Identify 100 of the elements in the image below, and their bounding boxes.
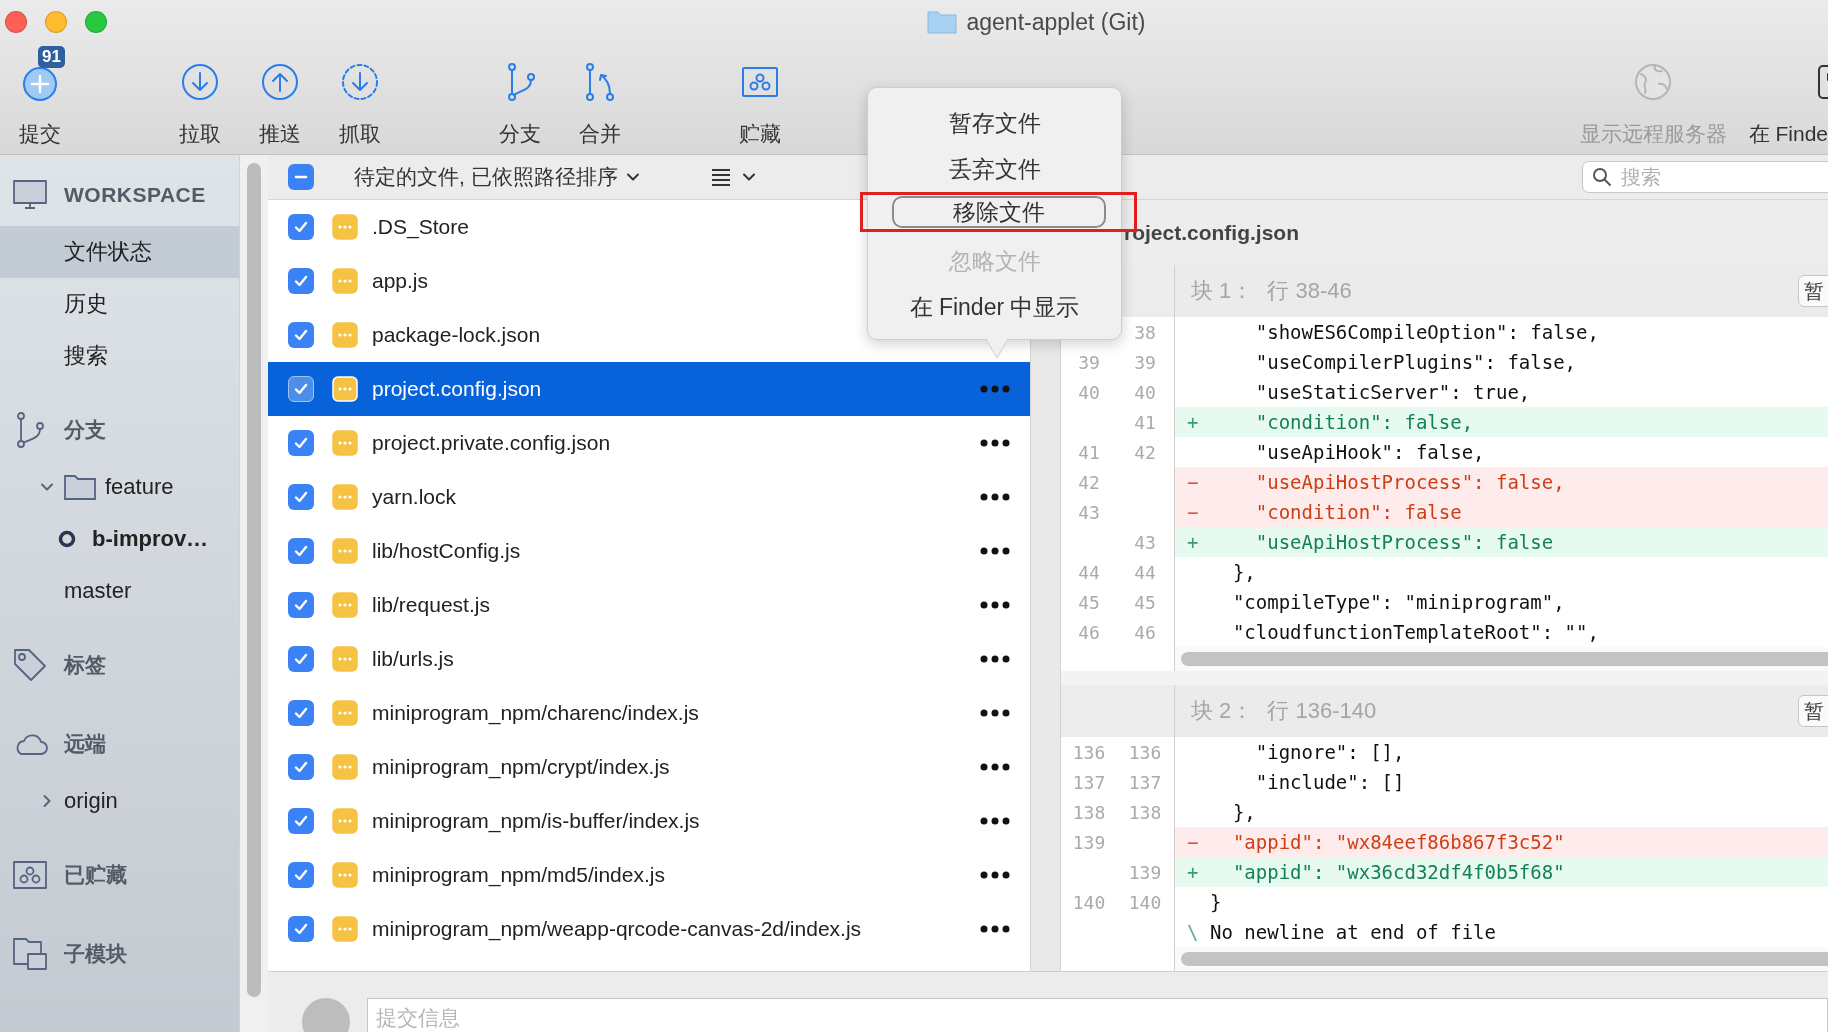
menu-item[interactable]: 移除文件 [891,196,1106,228]
sidebar-item[interactable]: 文件状态 [0,226,239,278]
line-number: 38 [1133,321,1157,343]
more-icon[interactable] [980,547,1010,555]
line-number: 45 [1077,591,1101,613]
search-field[interactable]: 搜索 [1582,161,1828,193]
diff-sign: + [1186,411,1200,433]
toolbar-button[interactable]: 提交 91 [0,44,80,148]
file-checkbox[interactable] [288,322,314,348]
file-checkbox[interactable] [288,592,314,618]
more-icon[interactable] [980,493,1010,501]
line-number: 45 [1133,591,1157,613]
section-title: WORKSPACE [64,183,206,207]
sort-dropdown[interactable]: 待定的文件, 已依照路径排序 [354,163,640,191]
modified-file-icon [332,592,358,618]
section-title: 子模块 [64,941,127,967]
scrollbar-thumb[interactable] [1181,952,1828,966]
modified-file-icon [332,808,358,834]
stage-hunk-button[interactable]: 暂 [1798,695,1828,727]
modified-file-icon [332,862,358,888]
zoom-button[interactable] [85,11,107,33]
file-checkbox[interactable] [288,484,314,510]
scrollbar-thumb[interactable] [247,163,261,997]
file-checkbox[interactable] [288,430,314,456]
line-number: 140 [1071,891,1107,913]
stage-hunk-button[interactable]: 暂 [1798,275,1828,307]
file-name: miniprogram_npm/weapp-qrcode-canvas-2d/index.js [372,917,862,941]
file-row[interactable]: project.config.json [268,362,1030,416]
globe-icon [1633,62,1673,102]
file-name: lib/hostConfig.js [372,539,521,563]
sidebar-item[interactable]: 历史 [0,278,239,330]
checkmark-icon [293,759,309,775]
remote-item[interactable]: origin [64,788,118,814]
file-checkbox[interactable] [288,214,314,240]
more-icon[interactable] [980,925,1010,933]
avatar [302,998,350,1032]
file-checkbox[interactable] [288,646,314,672]
file-name: miniprogram_npm/crypt/index.js [372,755,670,779]
file-name: package-lock.json [372,323,541,347]
folder-icon [926,10,957,34]
hunk-range: 行 38-46 [1267,277,1352,305]
select-all-checkbox[interactable] [288,164,314,190]
toolbar-button[interactable]: 抓取 [320,44,400,148]
folder-item[interactable]: feature [105,474,174,500]
branch-item[interactable]: b-improv… [92,526,209,552]
line-number: 138 [1071,801,1107,823]
code-text: No newline at end of file [1210,921,1496,943]
code-text: } [1210,891,1222,913]
commit-message-field[interactable]: 提交信息 [367,998,1828,1032]
code-text: "useApiHook": false, [1254,441,1485,463]
code-text: "useStaticServer": true, [1254,381,1531,403]
file-checkbox[interactable] [288,268,314,294]
diff-sign: + [1186,531,1200,553]
scrollbar-thumb[interactable] [1181,652,1828,666]
more-icon[interactable] [980,817,1010,825]
section-title: 已贮藏 [64,862,127,888]
close-button[interactable] [5,11,27,33]
more-icon[interactable] [980,709,1010,717]
menu-item[interactable]: 丢弃文件 [887,149,1102,189]
minimize-button[interactable] [45,11,67,33]
line-number: 137 [1071,771,1107,793]
code-text: "useApiHostProcess": false [1254,531,1554,553]
more-icon[interactable] [980,871,1010,879]
toolbar-button[interactable]: 推送 [240,44,320,148]
file-name: project.config.json [372,377,542,401]
line-number: 46 [1077,621,1101,643]
toolbar-button[interactable]: 分支 [480,44,560,148]
checkmark-icon [293,651,309,667]
toolbar-button[interactable]: 贮藏 [720,44,800,148]
sidebar-item[interactable]: 搜索 [0,330,239,382]
line-number: 40 [1077,381,1101,403]
section-title: 远端 [64,731,106,757]
more-icon[interactable] [980,439,1010,447]
diff-sign: \ [1186,921,1200,943]
checkmark-icon [293,597,309,613]
file-checkbox[interactable] [288,916,314,942]
modified-file-icon [332,538,358,564]
hunk-title: 块 1： [1191,277,1254,305]
more-icon[interactable] [980,763,1010,771]
toolbar-button[interactable]: 合并 [560,44,640,148]
file-checkbox[interactable] [288,700,314,726]
diff-sign: + [1186,861,1200,883]
file-checkbox[interactable] [288,754,314,780]
toolbar-button[interactable]: 拉取 [160,44,240,148]
code-text: "appid": "wx36cd32df4f0b5f68" [1231,861,1565,883]
view-options-button[interactable] [709,166,756,188]
file-checkbox[interactable] [288,538,314,564]
checkmark-icon [293,273,309,289]
toolbar-button[interactable]: 在 Finde [1743,44,1828,148]
more-icon[interactable] [980,655,1010,663]
file-checkbox[interactable] [288,808,314,834]
branch-item[interactable]: master [64,578,132,604]
file-name: app.js [372,269,429,293]
more-icon[interactable] [980,601,1010,609]
menu-item[interactable]: 暂存文件 [887,103,1102,143]
file-checkbox[interactable] [288,376,314,402]
diff-sign: − [1186,831,1200,853]
line-number: 139 [1127,861,1163,883]
code-text: "compileType": "miniprogram", [1231,591,1565,613]
file-checkbox[interactable] [288,862,314,888]
